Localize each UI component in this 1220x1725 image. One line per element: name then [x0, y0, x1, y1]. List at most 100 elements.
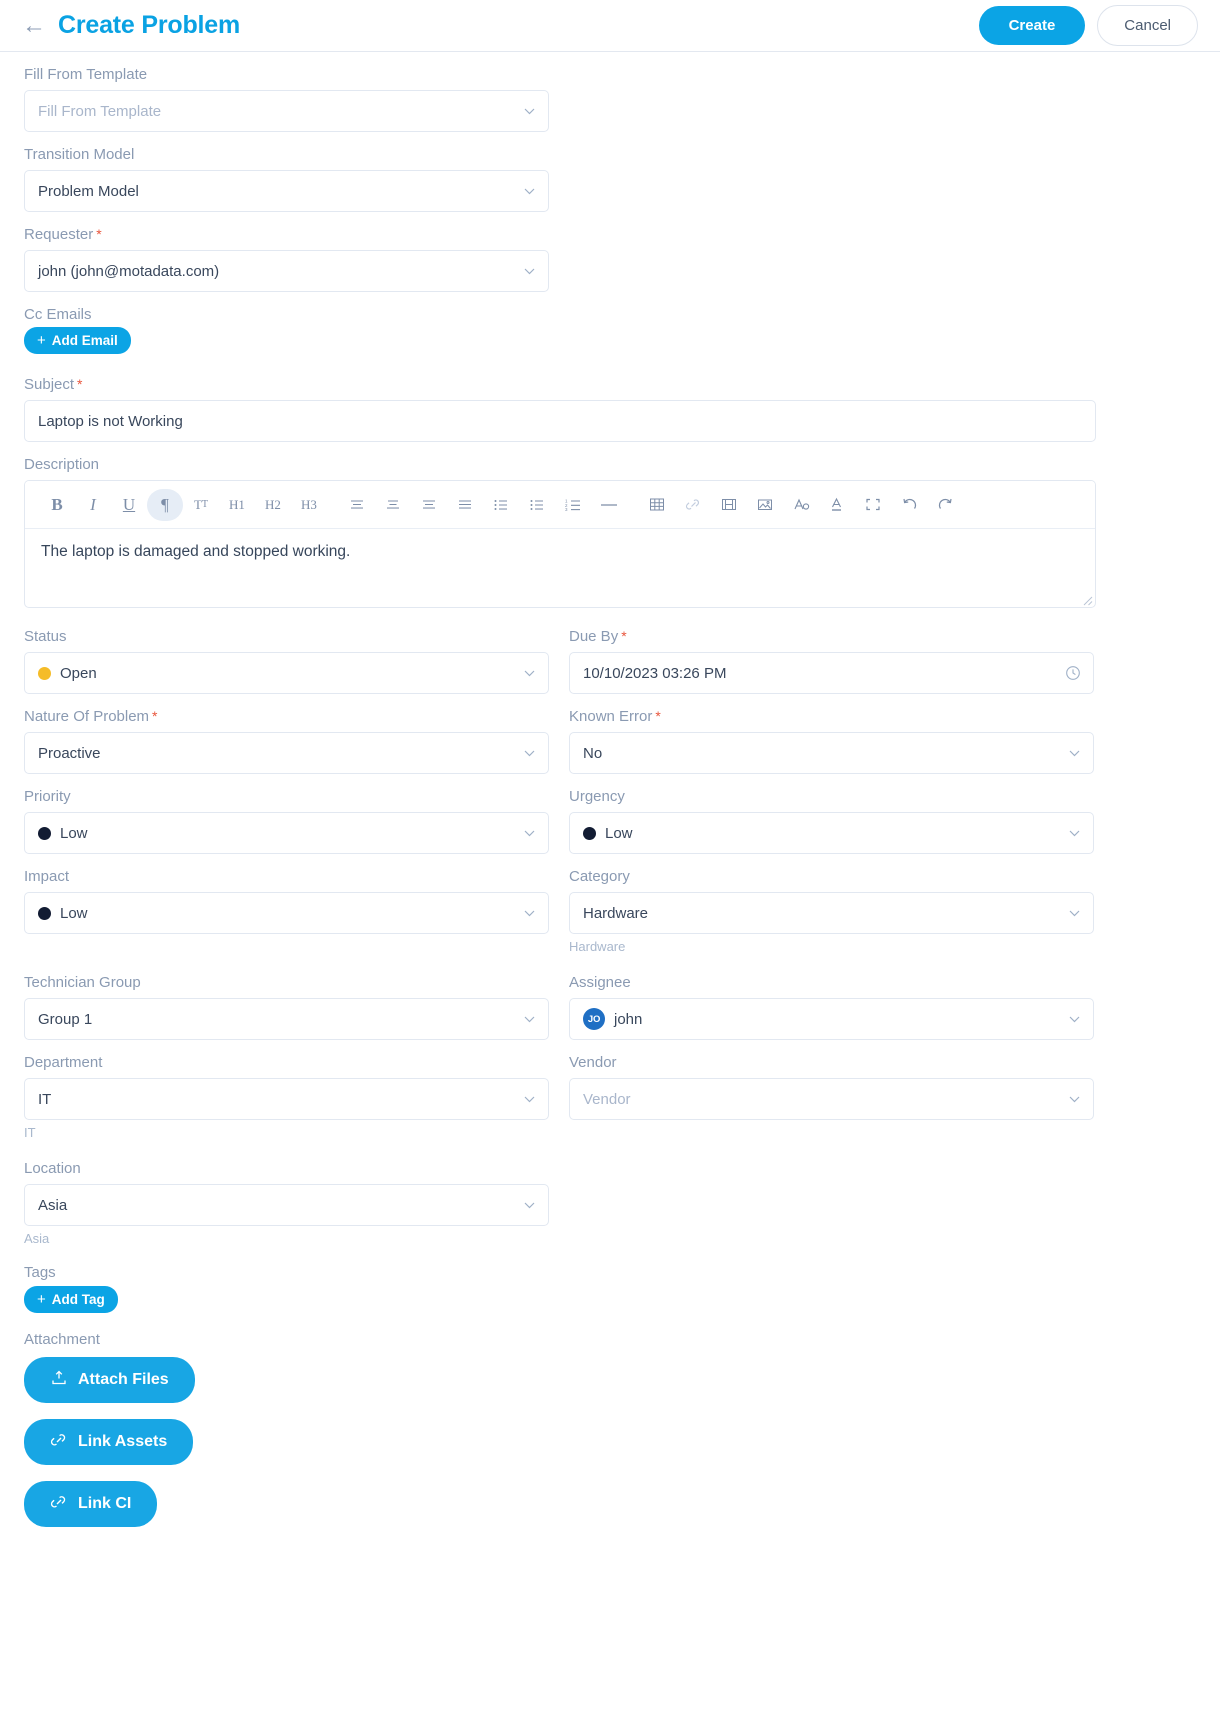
video-icon[interactable] [711, 489, 747, 521]
category-hint: Hardware [569, 939, 626, 954]
status-value: Open [60, 664, 97, 682]
location-select[interactable]: Asia [24, 1184, 549, 1226]
field-impact: Impact Low [24, 868, 549, 954]
chevron-down-icon [1068, 747, 1081, 760]
requester-select[interactable]: john (john@motadata.com) [24, 250, 549, 292]
status-dot-icon [38, 666, 51, 680]
urgency-value: Low [605, 824, 633, 842]
align-center-icon[interactable] [375, 489, 411, 521]
undo-icon[interactable] [891, 489, 927, 521]
image-icon[interactable] [747, 489, 783, 521]
transition-model-select[interactable]: Problem Model [24, 170, 549, 212]
priority-dot-icon [38, 826, 51, 840]
create-button[interactable]: Create [978, 6, 1086, 45]
link-assets-label: Link Assets [78, 1433, 168, 1450]
fill-from-template-select[interactable]: Fill From Template [24, 90, 549, 132]
known-error-select[interactable]: No [569, 732, 1094, 774]
category-select[interactable]: Hardware [569, 892, 1094, 934]
align-left-icon[interactable] [339, 489, 375, 521]
priority-select[interactable]: Low [24, 812, 549, 854]
description-label: Description [24, 456, 100, 473]
vendor-label: Vendor [569, 1054, 617, 1071]
create-problem-page: ← Create Problem Create Cancel Fill From… [0, 0, 1220, 1725]
problem-form: Fill From Template Fill From Template Tr… [0, 52, 1220, 1597]
required-asterisk: * [655, 708, 661, 724]
editor-toolbar: B I U ¶ TT H1 H2 H3 1 2 3 [25, 481, 1095, 529]
bullet-list-alt-icon[interactable] [519, 489, 555, 521]
attachment-buttons: Attach Files Link Assets Link CI [24, 1357, 1196, 1543]
department-select[interactable]: IT [24, 1078, 549, 1120]
chevron-down-icon [523, 265, 536, 278]
status-label: Status [24, 628, 67, 645]
chevron-down-icon [1068, 1093, 1081, 1106]
cancel-button[interactable]: Cancel [1097, 5, 1198, 46]
nature-of-problem-label-text: Nature Of Problem [24, 708, 150, 725]
description-textarea[interactable]: The laptop is damaged and stopped workin… [25, 529, 1095, 607]
add-tag-button[interactable]: + Add Tag [24, 1286, 118, 1313]
clock-icon[interactable] [1065, 665, 1081, 681]
subject-label: Subject * [24, 376, 1196, 393]
nature-of-problem-value: Proactive [38, 744, 101, 762]
chevron-down-icon [523, 105, 536, 118]
urgency-select[interactable]: Low [569, 812, 1094, 854]
technician-group-select[interactable]: Group 1 [24, 998, 549, 1040]
location-hint: Asia [24, 1231, 50, 1246]
field-description: Description B I U ¶ TT H1 H2 H3 1 2 3 Th… [24, 456, 1196, 608]
clear-format-icon[interactable]: TT [183, 489, 219, 521]
field-assignee: Assignee JO john [569, 974, 1094, 1040]
redo-icon[interactable] [927, 489, 963, 521]
arrow-left-icon[interactable]: ← [22, 13, 46, 38]
resize-grip-icon[interactable] [1081, 593, 1093, 606]
bullet-list-icon[interactable] [483, 489, 519, 521]
link-ci-button[interactable]: Link CI [24, 1481, 158, 1527]
plus-icon: + [37, 1291, 46, 1308]
link-icon[interactable] [675, 489, 711, 521]
nature-of-problem-select[interactable]: Proactive [24, 732, 549, 774]
horizontal-rule-icon[interactable] [591, 489, 627, 521]
numbered-list-icon[interactable]: 123 [555, 489, 591, 521]
avatar: JO [583, 1008, 605, 1030]
row-impact-category: Impact Low Category Hardware Hardware [24, 868, 1196, 968]
bold-icon[interactable]: B [39, 489, 75, 521]
chevron-down-icon [523, 907, 536, 920]
row-department-vendor: Department IT IT Vendor Vendor [24, 1054, 1196, 1154]
due-by-input[interactable]: 10/10/2023 03:26 PM [569, 652, 1094, 694]
technician-group-label: Technician Group [24, 974, 141, 991]
fullscreen-icon[interactable] [855, 489, 891, 521]
heading-2-icon[interactable]: H2 [255, 489, 291, 521]
subject-input[interactable]: Laptop is not Working [24, 400, 1096, 442]
align-right-icon[interactable] [411, 489, 447, 521]
paragraph-icon[interactable]: ¶ [147, 488, 183, 521]
required-asterisk: * [96, 226, 102, 242]
description-editor: B I U ¶ TT H1 H2 H3 1 2 3 The laptop is … [24, 480, 1096, 608]
field-location: Location Asia Asia [24, 1160, 1196, 1246]
font-color-icon[interactable] [783, 489, 819, 521]
link-assets-button[interactable]: Link Assets [24, 1419, 194, 1465]
required-asterisk: * [621, 628, 627, 644]
page-header: ← Create Problem Create Cancel [0, 0, 1220, 52]
heading-3-icon[interactable]: H3 [291, 489, 327, 521]
status-select[interactable]: Open [24, 652, 549, 694]
attach-files-button[interactable]: Attach Files [24, 1357, 195, 1403]
chevron-down-icon [1068, 907, 1081, 920]
row-priority-urgency: Priority Low Urgency Low [24, 788, 1196, 868]
chevron-down-icon [523, 1093, 536, 1106]
add-email-button[interactable]: + Add Email [24, 327, 131, 354]
row-group-assignee: Technician Group Group 1 Assignee JO joh… [24, 974, 1196, 1054]
heading-1-icon[interactable]: H1 [219, 489, 255, 521]
underline-icon[interactable]: U [111, 489, 147, 521]
field-requester: Requester * john (john@motadata.com) [24, 226, 1196, 292]
transition-model-label: Transition Model [24, 146, 135, 163]
assignee-select[interactable]: JO john [569, 998, 1094, 1040]
vendor-select[interactable]: Vendor [569, 1078, 1094, 1120]
italic-icon[interactable]: I [75, 489, 111, 521]
impact-select[interactable]: Low [24, 892, 549, 934]
department-value: IT [38, 1090, 52, 1108]
chevron-down-icon [523, 1013, 536, 1026]
field-department: Department IT IT [24, 1054, 549, 1140]
chevron-down-icon [523, 827, 536, 840]
text-color-icon[interactable] [819, 489, 855, 521]
align-justify-icon[interactable] [447, 489, 483, 521]
table-icon[interactable] [639, 489, 675, 521]
fill-from-template-label: Fill From Template [24, 66, 148, 83]
